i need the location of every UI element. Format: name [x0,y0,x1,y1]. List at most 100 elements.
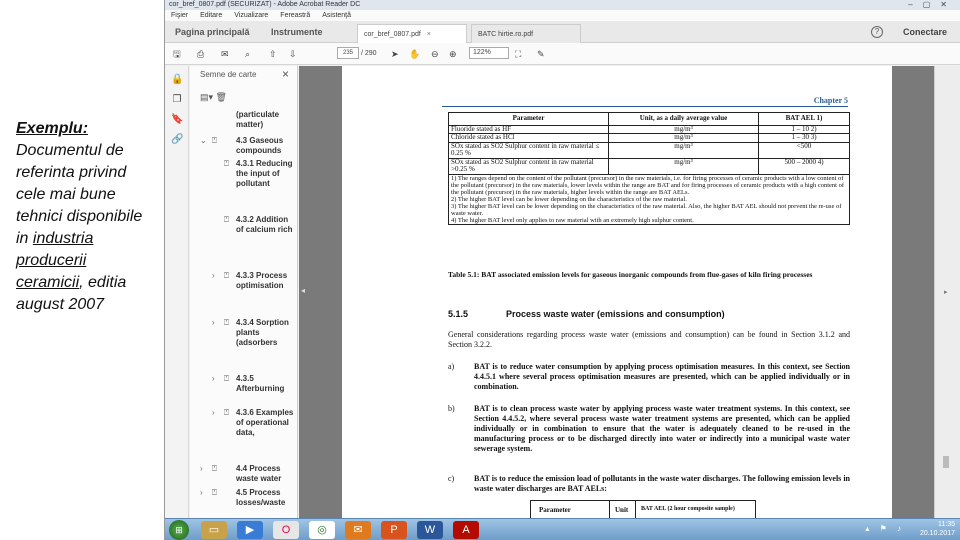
print-icon[interactable]: ⎙ [197,47,204,61]
bookmark-flag-icon: ⍞ [224,159,229,168]
bookmark-item[interactable]: 4.3 Gaseous compounds [236,136,294,156]
chrome-icon[interactable]: ◎ [309,521,335,539]
search-icon[interactable]: ⌕ [245,47,250,61]
email-icon[interactable]: ✉ [221,47,229,61]
table-row: Chloride stated as HCl mg/m³ 1 – 30 3) [448,133,850,143]
menu-help[interactable]: Asistenţă [322,12,351,19]
chevron-down-icon[interactable]: ⌄ [200,136,207,145]
acrobat-icon[interactable]: A [453,521,479,539]
zoom-out-icon[interactable]: ⊖ [431,47,439,61]
table-header: Parameter [539,506,571,514]
table-cell: mg/m³ [608,141,759,159]
waste-water-table: Parameter Unit BAT AEL (2 hour composite… [530,500,756,518]
close-icon[interactable]: × [427,31,431,38]
bookmark-flag-icon: ⍞ [212,464,217,473]
table-caption: Table 5.1: BAT associated emission level… [448,270,813,279]
bookmark-item[interactable]: 4.3.2 Addition of calcium rich [236,215,294,235]
chevron-right-icon[interactable]: › [200,488,203,497]
table-note: 4) The higher BAT level only applies to … [451,216,694,224]
folder-icon[interactable]: ▭ [201,521,227,539]
cursor-icon[interactable]: ➤ [391,47,399,61]
acrobat-window: cor_bref_0807.pdf (SECURIZAT) - Adobe Ac… [164,0,960,540]
bookmark-item[interactable]: 4.5 Process losses/waste [236,488,294,508]
tab-document-active[interactable]: cor_bref_0807.pdf × [357,24,467,43]
outlook-icon[interactable]: ✉ [345,521,371,539]
menu-window[interactable]: Fereastră [280,12,310,19]
chevron-right-icon[interactable]: › [212,374,215,383]
table-notes: 1) The ranges depend on the content of t… [448,173,850,225]
opera-icon[interactable]: O [273,521,299,539]
table-note: 2) The higher BAT level can be lower dep… [451,195,687,203]
bookmark-item[interactable]: 4.3.3 Process optimisation [236,271,294,291]
connect-button[interactable]: Conectare [903,21,947,43]
scrollbar-thumb[interactable] [943,456,949,468]
page-down-icon[interactable]: ⇩ [289,47,297,61]
media-player-icon[interactable]: ▶ [237,521,263,539]
list-item-text: BAT is to clean process waste water by a… [474,404,850,453]
bookmark-flag-icon: ⍞ [212,488,217,497]
bookmark-item[interactable]: 4.3.5 Afterburning [236,374,294,394]
start-button[interactable]: ⊞ [169,520,189,540]
help-icon[interactable]: ? [871,26,883,38]
page-up-icon[interactable]: ⇧ [269,47,277,61]
menu-file[interactable]: Fişier [171,12,188,19]
menu-edit[interactable]: Editare [200,12,222,19]
menu-bar: Fişier Editare Vizualizare Fereastră Asi… [165,10,960,21]
table-cell: Chloride stated as HCl [448,133,609,143]
bookmark-flag-icon: ⍞ [224,408,229,417]
chevron-right-icon[interactable]: › [200,464,203,473]
table-note: 1) The ranges depend on the content of t… [451,174,845,196]
page-thumbnails-icon[interactable]: ❐ [171,94,183,106]
chevron-right-icon[interactable]: › [212,408,215,417]
bookmark-item[interactable]: (particulate matter) [236,110,294,130]
clock[interactable]: 11:35 20.10.2017 [920,520,955,538]
taskbar: ⊞ ▭ ▶ O ◎ ✉ P W A ▴ ⚑ ♪ 11:35 20.10.2017 [165,518,960,540]
chevron-right-icon[interactable]: › [212,318,215,327]
bat-ael-table: Parameter Unit, as a daily average value… [448,112,850,225]
table-cell: 1 – 30 3) [758,133,850,143]
bookmark-item[interactable]: 4.4 Process waste water [236,464,294,484]
close-icon[interactable]: × [282,67,289,81]
list-item-text: BAT is to reduce the emission load of po… [474,474,850,493]
table-row: SOx stated as SO2 Sulphur content in raw… [448,141,850,159]
chevron-right-icon[interactable]: › [212,271,215,280]
bookmark-flag-icon: ⍞ [212,136,217,145]
document-viewport[interactable]: ◂ Chapter 5 Parameter Unit, as a daily a… [299,66,935,518]
bookmark-item[interactable]: 4.3.1 Reducing the input of pollutant [236,159,294,190]
toolbar: 🖫 ⎙ ✉ ⌕ ⇧ ⇩ 235 / 290 ➤ ✋ ⊖ ⊕ 122% ⛶ ✎ [165,43,960,65]
word-icon[interactable]: W [417,521,443,539]
vertical-scrollbar[interactable]: ▸ [934,66,960,518]
scroll-arrow-icon[interactable]: ▸ [944,288,948,296]
tray-icons[interactable]: ▴ ⚑ ♪ [865,524,905,533]
lock-icon[interactable]: 🔒 [171,74,183,86]
chapter-label: Chapter 5 [813,96,848,105]
menu-view[interactable]: Vizualizare [234,12,268,19]
save-icon[interactable]: 🖫 [173,47,181,61]
list-item-label: a) [448,362,455,371]
page-number-input[interactable]: 235 [337,47,359,59]
slide: Exemplu: Documentul de referinta privind… [0,0,960,540]
powerpoint-icon[interactable]: P [381,521,407,539]
zoom-in-icon[interactable]: ⊕ [449,47,457,61]
tab-bar: Pagina principală Instrumente cor_bref_0… [165,21,960,43]
zoom-select[interactable]: 122% [469,47,509,59]
section-intro: General considerations regarding process… [448,330,850,349]
bookmark-options-icon[interactable]: ▤▾ 🗑 [200,92,227,103]
bookmark-item[interactable]: 4.3.4 Sorption plants (adsorbers [236,318,294,349]
hand-icon[interactable]: ✋ [409,47,420,61]
tab-home[interactable]: Pagina principală [175,21,250,43]
window-titlebar: cor_bref_0807.pdf (SECURIZAT) - Adobe Ac… [165,0,960,10]
collapse-panel-icon[interactable]: ◂ [301,286,305,295]
tab-tools[interactable]: Instrumente [271,21,323,43]
annotate-icon[interactable]: ✎ [537,47,545,61]
pdf-page: Chapter 5 Parameter Unit, as a daily ave… [342,66,892,518]
window-controls[interactable]: –▢✕ [908,0,957,10]
slide-caption: Exemplu: Documentul de referinta privind… [16,118,156,316]
tab-document-inactive[interactable]: BATC hirtie.ro.pdf [471,24,581,43]
bookmark-flag-icon: ⍞ [224,318,229,327]
bookmark-item[interactable]: 4.3.6 Examples of operational data, [236,408,294,439]
table-cell: 500 – 2000 4) [758,157,850,175]
attachment-icon[interactable]: 🔗 [171,134,183,146]
fit-page-icon[interactable]: ⛶ [515,47,521,61]
bookmark-icon[interactable]: 🔖 [171,114,183,126]
